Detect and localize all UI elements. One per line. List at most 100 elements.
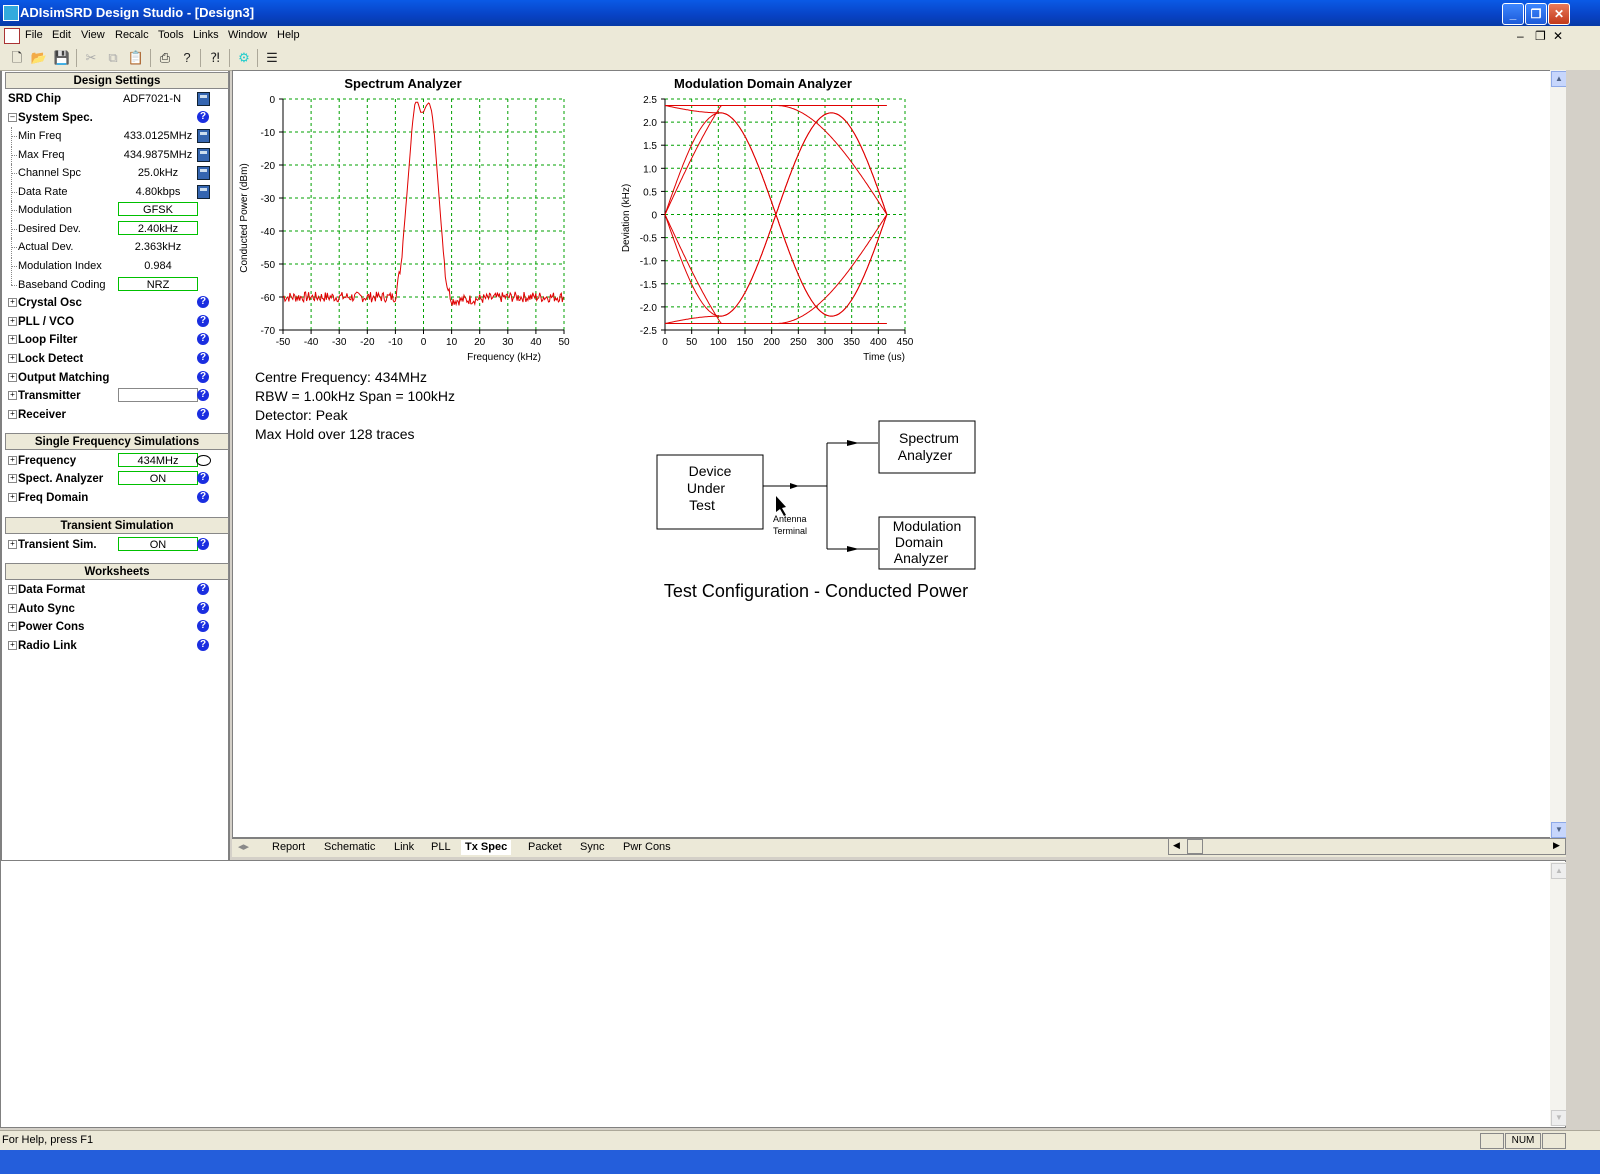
calculator-icon[interactable] [197,166,210,180]
tab-report[interactable]: Report [268,840,309,855]
expand-icon[interactable]: + [8,456,17,465]
expand-icon[interactable]: + [8,604,17,613]
expand-icon[interactable]: + [8,493,17,502]
expand-icon[interactable]: + [8,410,17,419]
document-icon[interactable] [4,28,20,44]
mdi-close-icon[interactable]: ✕ [1553,29,1563,43]
scroll-down-icon[interactable]: ▼ [1551,1110,1567,1126]
tab-schematic[interactable]: Schematic [320,840,379,855]
help-icon[interactable]: ? [197,491,209,503]
help-icon[interactable]: ? [197,111,209,123]
main-vertical-scrollbar[interactable]: ▲ ▼ [1550,70,1567,838]
group-pll-vco[interactable]: + PLL / VCO ? [8,313,230,331]
menu-links[interactable]: Links [193,29,219,41]
group-loop-filter[interactable]: + Loop Filter ? [8,331,230,349]
frequency-field[interactable]: 434MHz [118,453,198,467]
expand-icon[interactable]: + [8,474,17,483]
expand-icon[interactable]: + [8,335,17,344]
help-icon[interactable]: ? [197,583,209,595]
help-icon[interactable]: ? [197,408,209,420]
list-icon[interactable]: ☰ [263,49,281,67]
desired-dev-field[interactable]: 2.40kHz [118,221,198,235]
transmitter-field[interactable] [118,388,198,402]
restore-button[interactable]: ❐ [1525,3,1547,25]
scroll-right-icon[interactable]: ▶ [1553,840,1560,851]
menu-edit[interactable]: Edit [52,29,71,41]
tab-link[interactable]: Link [390,840,418,855]
worksheet-power-cons[interactable]: + Power Cons ? [8,618,230,636]
worksheet-data-format[interactable]: + Data Format ? [8,581,230,599]
scroll-up-icon[interactable]: ▲ [1551,863,1567,879]
help-icon[interactable]: ? [197,538,209,550]
about-icon[interactable]: ? [178,49,196,67]
calculator-icon[interactable] [197,185,210,199]
help-icon[interactable]: ? [197,315,209,327]
group-lock-detect[interactable]: + Lock Detect ? [8,350,230,368]
collapse-icon[interactable]: – [8,113,17,122]
menu-view[interactable]: View [81,29,105,41]
worksheet-radio-link[interactable]: + Radio Link ? [8,637,230,655]
menu-window[interactable]: Window [228,29,267,41]
output-pane[interactable] [0,860,1566,1128]
menu-help[interactable]: Help [277,29,300,41]
tab-sync[interactable]: Sync [576,840,608,855]
menu-tools[interactable]: Tools [158,29,184,41]
help-icon[interactable]: ? [197,602,209,614]
expand-icon[interactable]: + [8,622,17,631]
srd-chip-row[interactable]: SRD Chip ADF7021-N [8,90,230,108]
modulation-select[interactable]: GFSK [118,202,198,216]
help-icon[interactable]: ? [197,333,209,345]
spec-row-modulation[interactable]: Modulation GFSK [8,201,230,219]
help-icon[interactable]: ? [197,620,209,632]
spec-row-min-freq[interactable]: Min Freq 433.0125MHz [8,127,230,145]
spec-row-data-rate[interactable]: Data Rate 4.80kbps [8,183,230,201]
new-file-icon[interactable]: 🗋 [8,49,26,67]
sim-row-freq-domain[interactable]: + Freq Domain ? [8,489,230,507]
calculator-icon[interactable] [197,92,210,106]
scroll-down-icon[interactable]: ▼ [1551,822,1567,838]
print-icon[interactable]: ⎙ [156,49,174,67]
sim-row-transient[interactable]: + Transient Sim. ON ? [8,536,230,554]
mdi-minimize-icon[interactable]: – [1517,29,1524,43]
save-icon[interactable]: 💾 [53,49,71,67]
sim-row-frequency[interactable]: + Frequency 434MHz [8,452,230,470]
system-spec-row[interactable]: – System Spec. ? [8,109,230,127]
expand-icon[interactable]: + [8,317,17,326]
help-icon[interactable]: ? [197,389,209,401]
expand-icon[interactable]: + [8,641,17,650]
group-receiver[interactable]: + Receiver ? [8,406,230,424]
menu-file[interactable]: File [25,29,43,41]
worksheet-auto-sync[interactable]: + Auto Sync ? [8,600,230,618]
transient-toggle[interactable]: ON [118,537,198,551]
scroll-thumb[interactable] [1187,839,1203,854]
menu-recalc[interactable]: Recalc [115,29,149,41]
main-horizontal-scrollbar[interactable]: ◀ ▶ [1168,838,1566,855]
calculator-icon[interactable] [197,129,210,143]
expand-icon[interactable]: + [8,298,17,307]
group-output-matching[interactable]: + Output Matching ? [8,369,230,387]
group-transmitter[interactable]: + Transmitter ? [8,387,230,405]
expand-icon[interactable]: + [8,391,17,400]
scroll-left-icon[interactable]: ◀ [1173,840,1180,851]
context-help-icon[interactable]: ⁈ [206,49,224,67]
output-vertical-scrollbar[interactable]: ▲ ▼ [1550,862,1567,1126]
close-button[interactable]: ✕ [1548,3,1570,25]
scroll-up-icon[interactable]: ▲ [1551,71,1567,87]
help-icon[interactable]: ? [197,472,209,484]
group-crystal-osc[interactable]: + Crystal Osc ? [8,294,230,312]
help-icon[interactable]: ? [197,352,209,364]
help-icon[interactable]: ? [197,296,209,308]
cut-icon[interactable]: ✂ [82,49,100,67]
baseband-coding-select[interactable]: NRZ [118,277,198,291]
spect-analyzer-toggle[interactable]: ON [118,471,198,485]
paste-icon[interactable]: 📋 [127,49,145,67]
expand-icon[interactable]: + [8,585,17,594]
simulate-icon[interactable]: ⚙ [235,49,253,67]
sim-row-spect-analyzer[interactable]: + Spect. Analyzer ON ? [8,470,230,488]
tab-pwr-cons[interactable]: Pwr Cons [619,840,675,855]
copy-icon[interactable]: ⧉ [104,49,122,67]
mdi-restore-icon[interactable]: ❐ [1535,29,1546,43]
eye-icon[interactable] [196,455,211,466]
tab-tx-spec[interactable]: Tx Spec [461,840,512,855]
spec-row-desired-dev[interactable]: Desired Dev. 2.40kHz [8,220,230,238]
